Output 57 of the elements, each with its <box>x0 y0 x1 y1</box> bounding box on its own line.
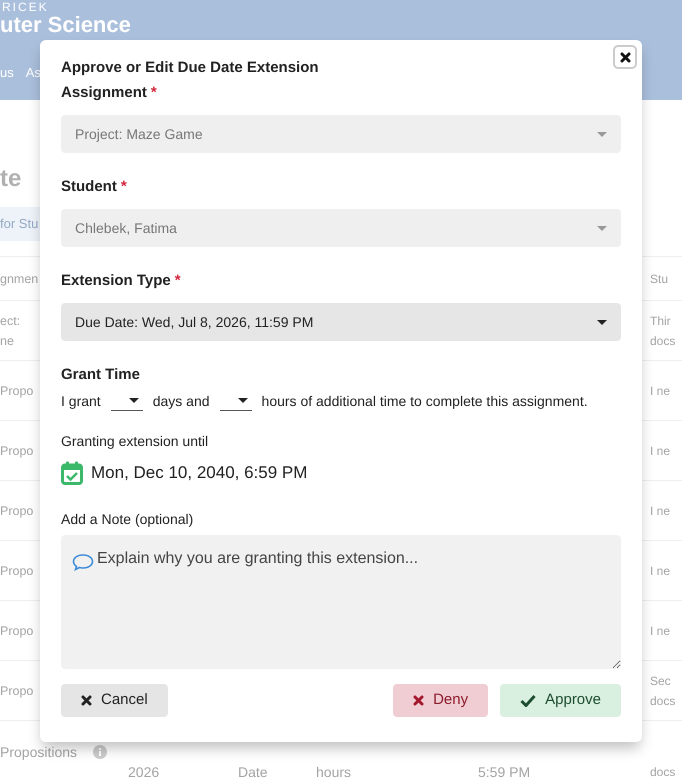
page-title: te <box>0 164 22 194</box>
until-date: Mon, Dec 10, 2040, 6:59 PM <box>91 462 308 484</box>
table-cell-text: I ne <box>650 622 670 640</box>
table-cell-text: Propo <box>0 502 34 520</box>
table-cell-text: hours <box>316 763 352 782</box>
cancel-button[interactable]: Cancel <box>61 684 168 717</box>
course-title: uter Science <box>0 14 131 36</box>
table-cell-text: Propo <box>0 682 34 700</box>
deny-button[interactable]: Deny <box>393 684 488 717</box>
close-button[interactable] <box>613 45 637 69</box>
column-header: Stu <box>650 270 668 288</box>
caret-icon <box>238 398 248 403</box>
table-cell-text: 2026 <box>128 763 160 782</box>
info-icon <box>93 745 108 759</box>
grant-text: I grant <box>61 392 101 411</box>
table-cell-text: I ne <box>650 382 670 400</box>
table-cell-text: docs <box>650 764 676 781</box>
table-cell-text: Propo <box>0 622 34 640</box>
required-mark: * <box>174 271 181 291</box>
chat-icon <box>72 553 94 571</box>
select-field[interactable]: Due Date: Wed, Jul 8, 2026, 11:59 PM <box>61 303 621 341</box>
x-icon <box>413 695 424 706</box>
table-cell-text: Propo <box>0 382 34 400</box>
table-cell-text: ect: ne <box>0 312 20 350</box>
dialog-title: Approve or Edit Due Date Extension <box>61 58 320 78</box>
approve-button[interactable]: Approve <box>500 684 621 717</box>
x-icon <box>81 695 92 706</box>
required-mark: * <box>120 177 127 197</box>
table-cell-text: Sec docs <box>650 672 676 710</box>
grant-text: days and <box>152 392 210 411</box>
x-icon <box>620 52 630 62</box>
caret-icon <box>597 320 607 324</box>
section-label: Grant Time <box>61 365 141 385</box>
table-cell-text: Propo <box>0 442 34 460</box>
until-label: Granting extension until <box>61 433 210 450</box>
note-label: Add a Note (optional) <box>61 511 194 528</box>
table-cell-text: 5:59 PM <box>478 763 530 782</box>
calendar-check-icon <box>61 460 83 484</box>
grant-text: hours of additional time to complete this assignment. <box>262 392 588 411</box>
check-icon <box>520 694 536 707</box>
field-label: Assignment <box>61 83 147 103</box>
table-cell-text: Date <box>238 763 268 782</box>
caret-icon <box>597 226 607 230</box>
column-header: gnmen <box>0 270 38 288</box>
table-cell-text: I ne <box>650 502 670 520</box>
table-cell-text: Thir docs <box>650 312 676 350</box>
required-mark: * <box>150 83 157 103</box>
table-cell-text: Propo <box>0 562 34 580</box>
school-name: RICEK <box>1 1 49 13</box>
note-field[interactable]: Explain why you are granting this extension... <box>61 535 621 669</box>
caret-icon <box>128 398 139 403</box>
field-label: Extension Type <box>61 271 171 291</box>
table-cell-text: Propositions <box>0 743 78 762</box>
caret-icon <box>597 132 607 136</box>
table-cell-text: I ne <box>650 442 670 460</box>
table-cell-text: I ne <box>650 562 670 580</box>
field-label: Student <box>61 177 117 197</box>
